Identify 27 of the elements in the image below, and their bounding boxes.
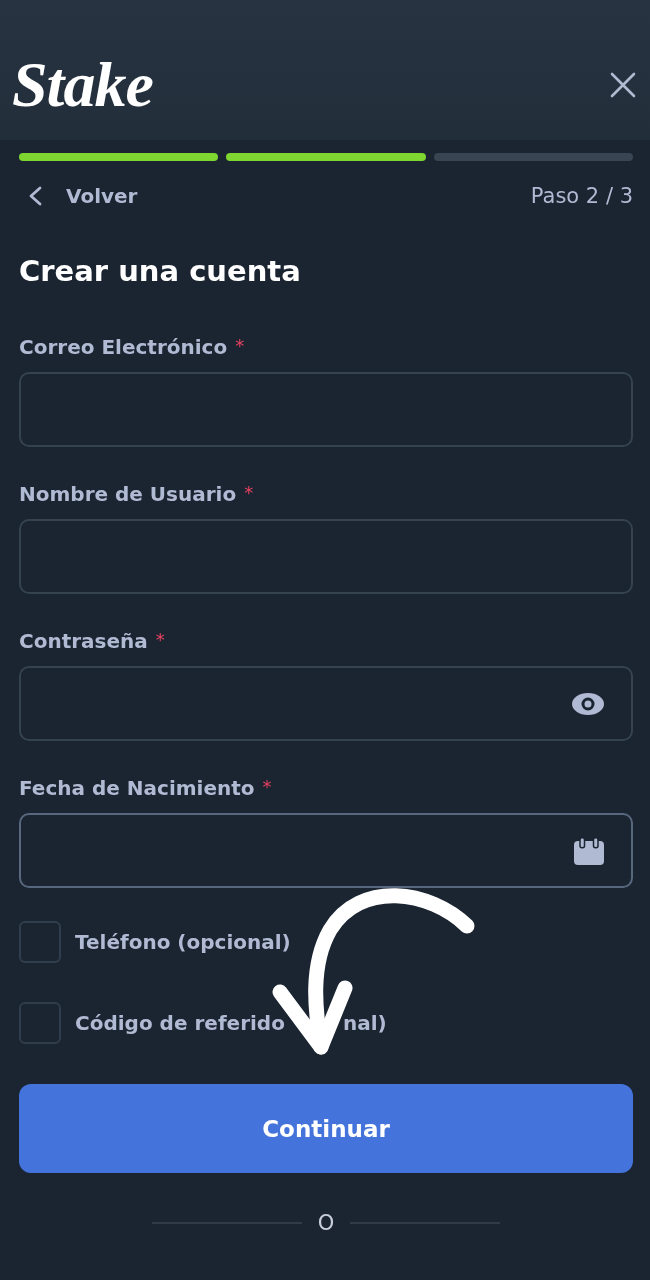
required-asterisk: * bbox=[244, 482, 254, 503]
required-asterisk: * bbox=[235, 335, 245, 356]
form-title: Crear una cuenta bbox=[19, 254, 302, 288]
chevron-left-icon[interactable] bbox=[28, 186, 42, 206]
divider-label: O bbox=[317, 1211, 335, 1235]
field-label: Nombre de Usuario bbox=[19, 482, 237, 506]
continue-button[interactable]: Continuar bbox=[19, 1084, 633, 1173]
password-field[interactable] bbox=[19, 666, 633, 741]
field-label: Contraseña bbox=[19, 629, 148, 653]
date-field[interactable] bbox=[19, 813, 633, 888]
checkbox-label[interactable]: Teléfono (opcional) bbox=[75, 930, 291, 954]
eye-icon[interactable] bbox=[572, 692, 604, 715]
label-fragment: nal) bbox=[342, 1011, 387, 1035]
back-button[interactable]: Volver bbox=[28, 184, 138, 208]
step-counter: Paso 2 / 3 bbox=[530, 184, 633, 208]
checkbox-label[interactable]: Código de referido bbox=[75, 1011, 285, 1035]
required-asterisk: * bbox=[155, 629, 165, 650]
checkbox[interactable] bbox=[19, 1002, 61, 1044]
required-asterisk: * bbox=[262, 776, 272, 797]
field-label: Fecha de Nacimiento bbox=[19, 776, 255, 800]
field-label: Correo Electrónico bbox=[19, 335, 228, 359]
checkbox[interactable] bbox=[19, 921, 61, 963]
logo-wordmark: Stake bbox=[12, 53, 153, 117]
calendar-icon[interactable] bbox=[574, 836, 604, 865]
close-icon[interactable] bbox=[610, 72, 636, 98]
input-field[interactable] bbox=[19, 372, 633, 447]
input-field[interactable] bbox=[19, 519, 633, 594]
